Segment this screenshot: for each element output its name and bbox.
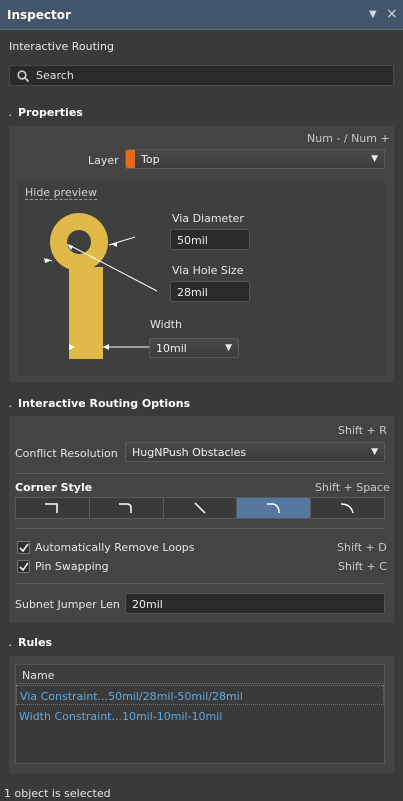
corner-90-icon bbox=[45, 503, 59, 513]
corner-style-45-arc-button[interactable] bbox=[237, 498, 312, 518]
table-row[interactable]: Via Constraint...50mil/28mil-50mil/28mil bbox=[16, 685, 384, 705]
rules-title: Rules bbox=[11, 632, 60, 654]
pin-swapping-hint: Shift + C bbox=[338, 560, 387, 573]
chevron-down-icon: ▼ bbox=[371, 154, 378, 164]
search-placeholder: Search bbox=[36, 69, 74, 82]
chevron-down-icon: ▼ bbox=[371, 447, 378, 457]
corner-style-90-button[interactable] bbox=[16, 498, 90, 518]
via-diameter-field[interactable]: 50mil bbox=[170, 229, 250, 250]
via-hole-size-value: 28mil bbox=[177, 286, 208, 299]
rule-name: Width Constraint...10mil-10mil-10mil bbox=[19, 710, 223, 723]
divider bbox=[15, 528, 385, 529]
checkmark-icon bbox=[19, 562, 29, 572]
conflict-shortcut-hint: Shift + R bbox=[338, 424, 387, 437]
corner-any-angle-icon bbox=[340, 503, 354, 514]
layer-dropdown[interactable]: Top ▼ bbox=[125, 149, 385, 169]
width-value: 10mil bbox=[156, 342, 187, 355]
conflict-resolution-dropdown[interactable]: HugNPush Obstacles ▼ bbox=[125, 442, 385, 462]
corner-90-arc-icon bbox=[119, 503, 132, 513]
corner-45-arc-icon bbox=[266, 503, 280, 514]
properties-title: Properties bbox=[11, 102, 90, 124]
routing-options-title: Interactive Routing Options bbox=[11, 393, 198, 415]
panel-subtitle: Interactive Routing bbox=[9, 40, 114, 53]
layer-color-swatch bbox=[126, 150, 135, 168]
corner-style-label: Corner Style bbox=[15, 481, 93, 494]
layer-label: Layer bbox=[88, 154, 119, 167]
rule-name: Via Constraint...50mil/28mil-50mil/28mil bbox=[20, 690, 243, 703]
pin-swapping-label: Pin Swapping bbox=[35, 560, 109, 573]
divider bbox=[15, 583, 385, 584]
layer-shortcut-hint: Num - / Num + bbox=[307, 132, 390, 145]
corner-45-icon bbox=[194, 502, 206, 514]
inspector-titlebar: Inspector ▼ × bbox=[0, 0, 403, 30]
subnet-jumper-len-field[interactable]: 20mil bbox=[125, 593, 385, 614]
status-text: 1 object is selected bbox=[4, 787, 111, 800]
window-title: Inspector bbox=[7, 8, 71, 22]
panel-menu-icon[interactable]: ▼ bbox=[369, 9, 377, 20]
auto-remove-loops-label: Automatically Remove Loops bbox=[35, 541, 195, 554]
properties-section-header[interactable]: ◢ Properties bbox=[0, 102, 403, 124]
conflict-resolution-value: HugNPush Obstacles bbox=[132, 446, 247, 459]
column-name-header: Name bbox=[22, 669, 55, 682]
via-hole-size-label: Via Hole Size bbox=[172, 264, 244, 277]
routing-options-section-header[interactable]: ◢ Interactive Routing Options bbox=[0, 393, 403, 415]
rules-section-header[interactable]: ◢ Rules bbox=[0, 632, 403, 654]
corner-style-90-arc-button[interactable] bbox=[89, 498, 164, 518]
via-hole-size-field[interactable]: 28mil bbox=[170, 281, 250, 302]
checkmark-icon bbox=[19, 543, 29, 553]
width-label: Width bbox=[150, 318, 182, 331]
search-input[interactable]: Search bbox=[9, 65, 394, 86]
width-dropdown[interactable]: 10mil ▼ bbox=[149, 338, 239, 358]
via-diameter-label: Via Diameter bbox=[172, 212, 244, 225]
conflict-resolution-label: Conflict Resolution bbox=[15, 447, 118, 460]
search-icon bbox=[17, 70, 30, 83]
corner-style-any-angle-button[interactable] bbox=[311, 498, 384, 518]
auto-remove-loops-hint: Shift + D bbox=[337, 541, 387, 554]
pin-swapping-checkbox[interactable] bbox=[17, 560, 30, 573]
close-icon[interactable]: × bbox=[386, 6, 398, 22]
via-diameter-value: 50mil bbox=[177, 234, 208, 247]
rules-table-header[interactable]: Name bbox=[16, 665, 384, 684]
corner-style-selector[interactable] bbox=[15, 497, 385, 519]
subnet-jumper-len-value: 20mil bbox=[132, 598, 163, 611]
divider bbox=[15, 473, 385, 474]
corner-style-shortcut-hint: Shift + Space bbox=[315, 481, 390, 494]
corner-style-45-button[interactable] bbox=[163, 498, 238, 518]
auto-remove-loops-checkbox[interactable] bbox=[17, 541, 30, 554]
layer-value: Top bbox=[141, 153, 160, 166]
subnet-jumper-len-label: Subnet Jumper Len bbox=[15, 598, 120, 611]
table-row[interactable]: Width Constraint...10mil-10mil-10mil bbox=[16, 706, 384, 726]
chevron-down-icon: ▼ bbox=[225, 343, 232, 353]
rules-table: Name Via Constraint...50mil/28mil-50mil/… bbox=[15, 664, 385, 764]
